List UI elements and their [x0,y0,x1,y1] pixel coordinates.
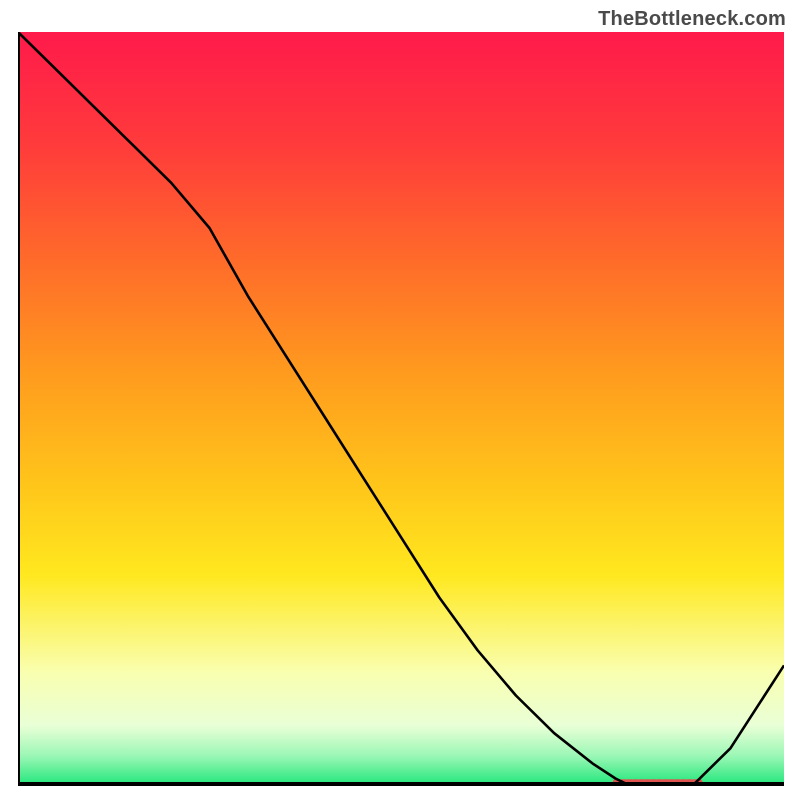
chart-plot-area [18,32,784,786]
watermark-text: TheBottleneck.com [598,8,786,31]
chart-svg [18,32,784,786]
